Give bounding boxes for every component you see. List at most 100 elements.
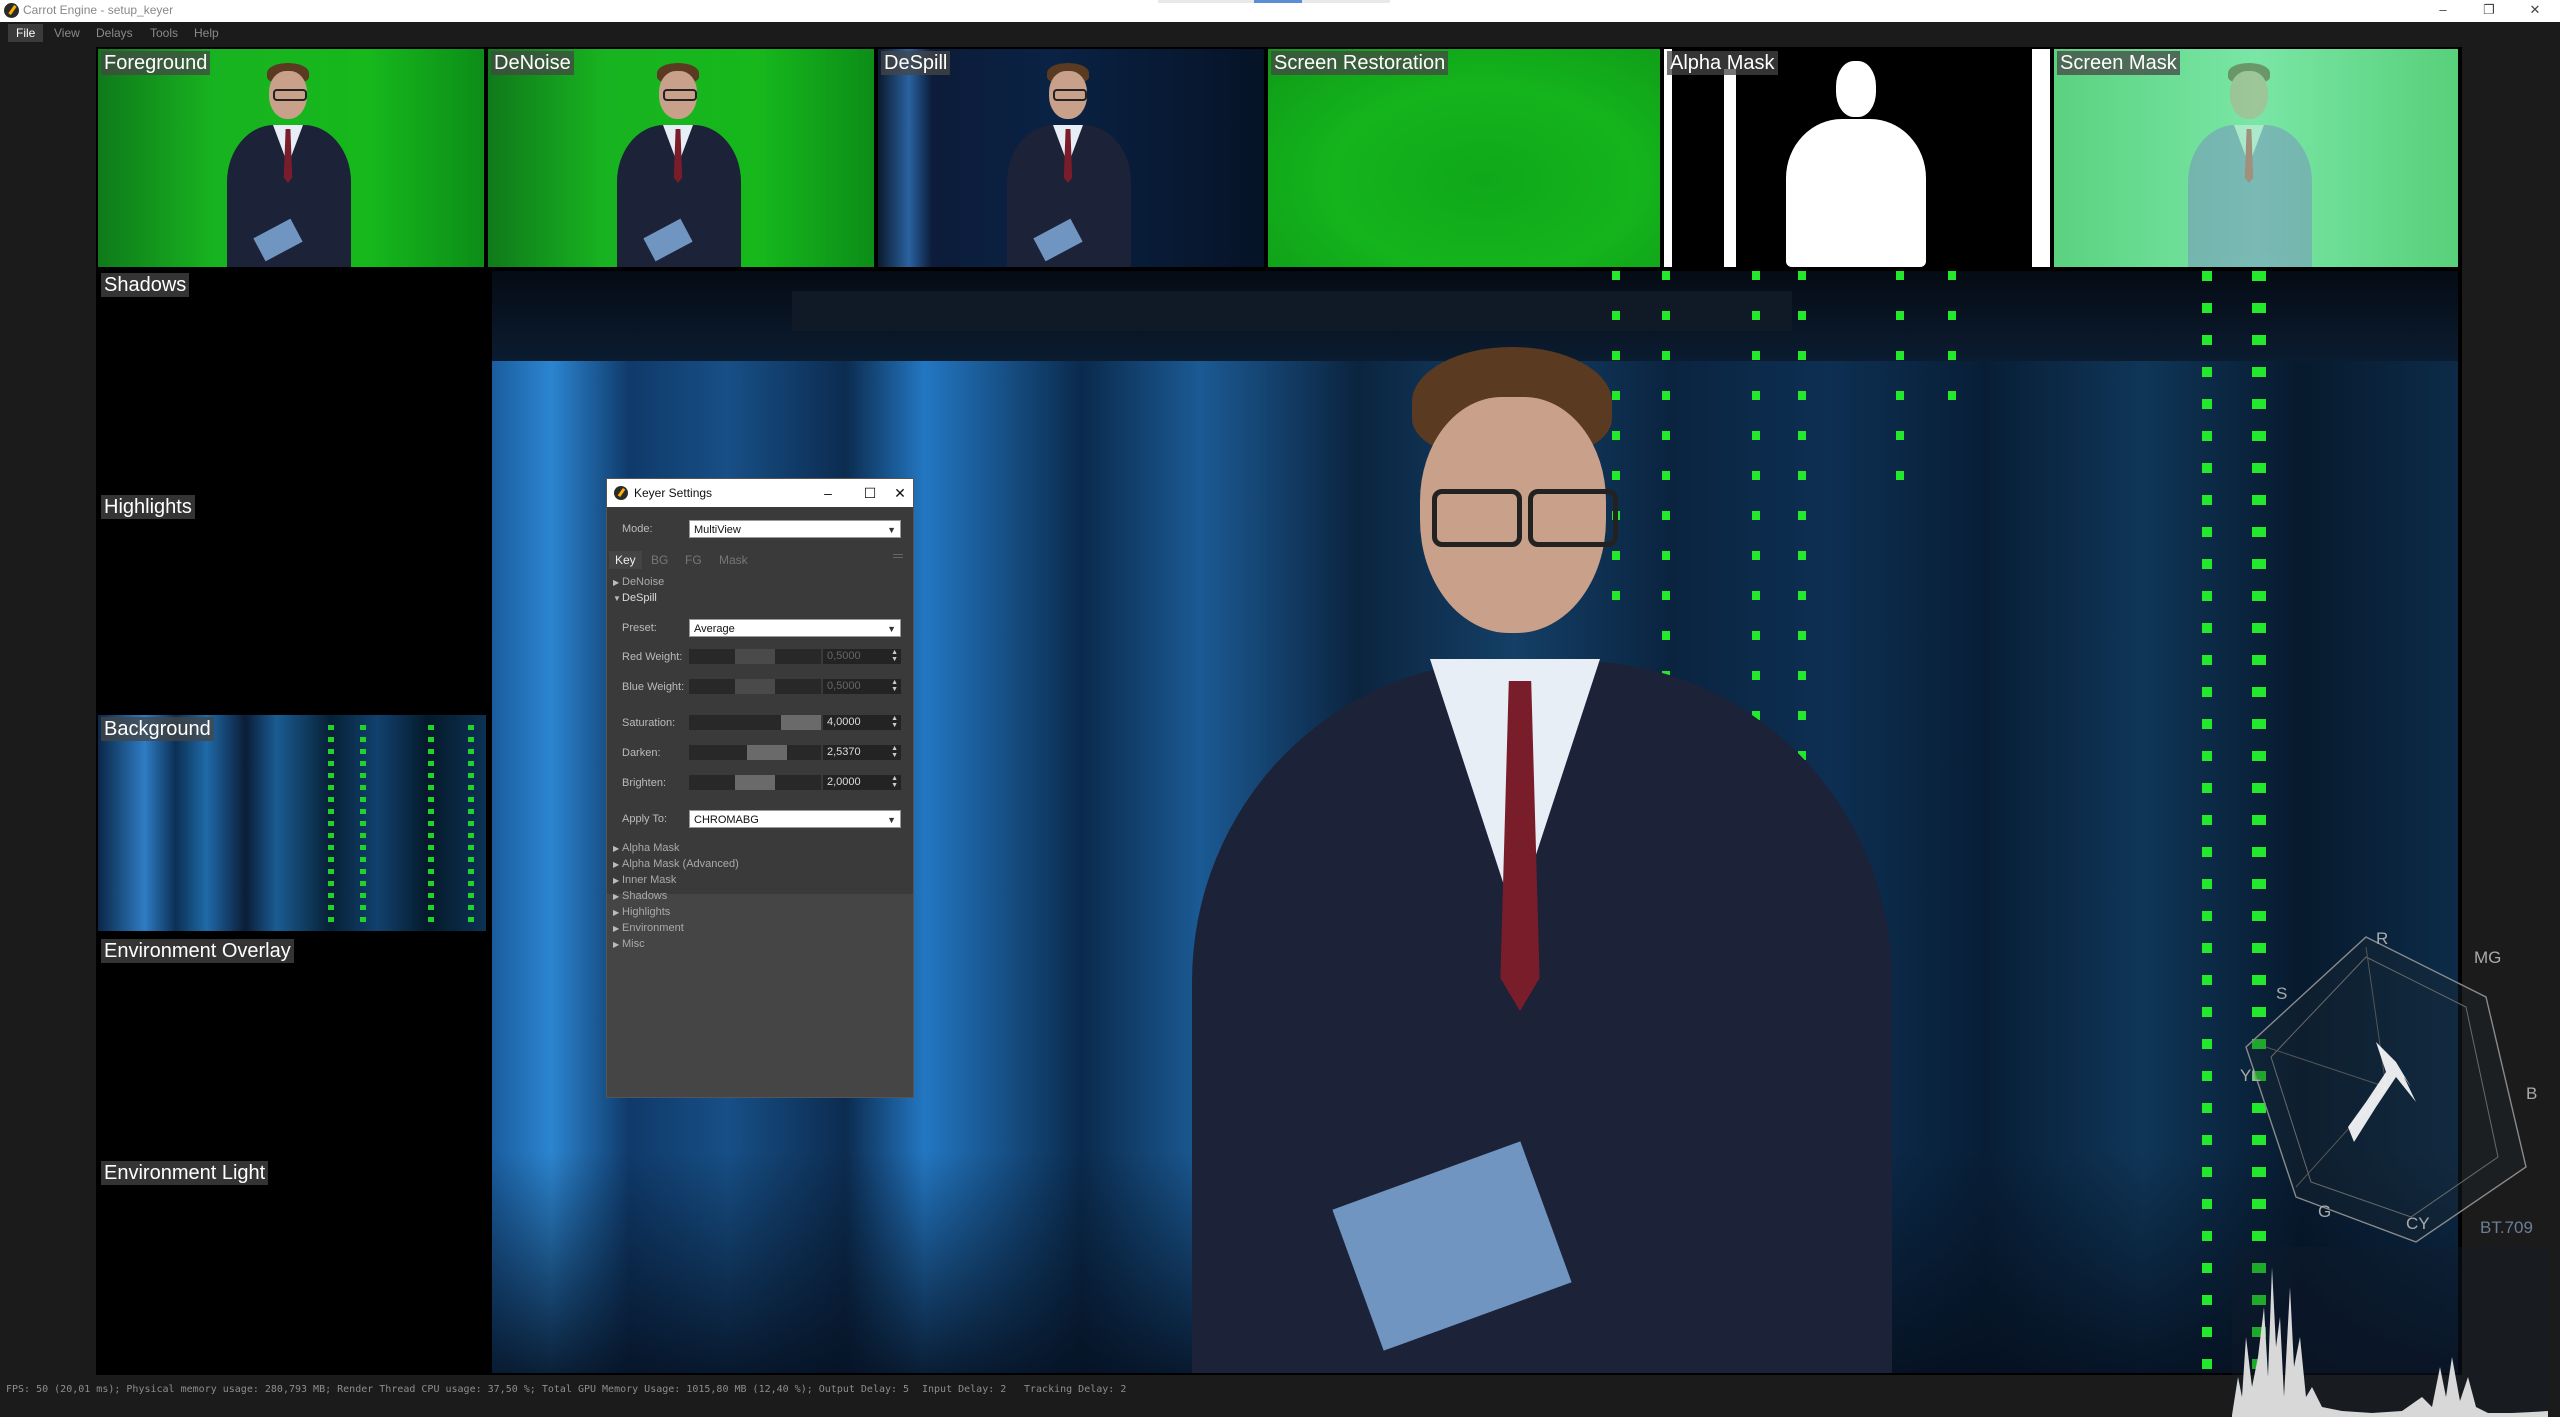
tree-despill[interactable]: ▼DeSpill xyxy=(613,592,657,604)
highlights-panel[interactable]: Highlights xyxy=(98,493,486,709)
menu-tools[interactable]: Tools xyxy=(142,24,186,42)
panel-label: Highlights xyxy=(101,495,195,519)
brighten-slider[interactable] xyxy=(689,775,821,790)
led-strip xyxy=(428,725,434,925)
preset-select[interactable]: Average ▼ xyxy=(689,619,901,637)
scope-label-r: R xyxy=(2376,929,2388,948)
despill-panel[interactable]: DeSpill xyxy=(878,49,1264,267)
panel-label: Screen Restoration xyxy=(1271,51,1449,75)
presenter-composite xyxy=(1192,341,1892,1373)
blue-weight-slider[interactable] xyxy=(689,679,821,694)
menu-bar: File View Delays Tools Help xyxy=(0,22,2560,44)
tree-denoise[interactable]: ▶ DeNoise xyxy=(613,576,664,588)
slider-handle[interactable] xyxy=(735,775,775,790)
environment-light-panel[interactable]: Environment Light xyxy=(98,1159,486,1373)
app-logo-icon xyxy=(614,486,628,500)
scope-label-b: B xyxy=(2526,1084,2537,1103)
tabs-menu-icon[interactable] xyxy=(893,554,903,558)
dialog-title-bar[interactable]: Keyer Settings – ☐ ✕ xyxy=(607,479,913,507)
chevron-down-icon: ▼ xyxy=(887,815,896,825)
slider-handle[interactable] xyxy=(735,649,775,664)
slider-handle[interactable] xyxy=(747,745,787,760)
darken-input[interactable]: 2,5370 ▲ ▼ xyxy=(823,745,901,760)
panel-label: DeNoise xyxy=(491,51,574,75)
status-tracking-delay: Tracking Delay: 2 xyxy=(1024,1384,1127,1395)
menu-file[interactable]: File xyxy=(8,24,44,42)
environment-overlay-panel[interactable]: Environment Overlay xyxy=(98,937,486,1153)
title-bar: Carrot Engine - setup_keyer – ❐ ✕ xyxy=(0,0,2560,22)
red-weight-slider[interactable] xyxy=(689,649,821,664)
brighten-input[interactable]: 2,0000 ▲ ▼ xyxy=(823,775,901,790)
tree-misc[interactable]: ▶ Misc xyxy=(613,938,645,950)
slider-handle[interactable] xyxy=(735,679,775,694)
panel-label: Environment Light xyxy=(101,1161,269,1185)
param-label: Brighten: xyxy=(622,777,667,789)
blue-weight-input[interactable]: 0,5000 ▲ ▼ xyxy=(823,679,901,694)
menu-view[interactable]: View xyxy=(46,24,88,42)
tab-bg[interactable]: BG xyxy=(645,551,674,569)
screen-mask-panel[interactable]: Screen Mask xyxy=(2054,49,2458,267)
apply-to-label: Apply To: xyxy=(622,813,668,825)
led-strip xyxy=(360,725,366,925)
menu-delays[interactable]: Delays xyxy=(88,24,141,42)
param-label: Darken: xyxy=(622,747,661,759)
mask-edge xyxy=(2032,49,2050,267)
tree-alpha-mask[interactable]: ▶ Alpha Mask xyxy=(613,842,679,854)
mask-edge xyxy=(1664,49,1672,267)
alpha-mask-panel[interactable]: Alpha Mask xyxy=(1664,49,2050,267)
foreground-panel[interactable]: Foreground xyxy=(98,49,484,267)
close-button[interactable]: ✕ xyxy=(2512,0,2558,22)
saturation-input[interactable]: 4,0000 ▲ ▼ xyxy=(823,715,901,730)
dialog-close-button[interactable]: ✕ xyxy=(887,483,913,503)
restore-button[interactable]: ❐ xyxy=(2466,0,2512,22)
led-strip xyxy=(2202,271,2212,1371)
tree-alpha-mask-advanced[interactable]: ▶ Alpha Mask (Advanced) xyxy=(613,858,739,870)
panel-label: Alpha Mask xyxy=(1667,51,1778,75)
dialog-minimize-button[interactable]: – xyxy=(815,483,841,503)
apply-to-value: CHROMABG xyxy=(694,814,759,826)
scope-label-s: S xyxy=(2276,984,2287,1003)
scope-label-cy: CY xyxy=(2406,1214,2430,1233)
dialog-tabs: Key BG FG Mask xyxy=(609,551,909,569)
presenter xyxy=(213,59,373,267)
histogram xyxy=(2232,1247,2548,1417)
tree-inner-mask[interactable]: ▶ Inner Mask xyxy=(613,874,676,886)
led-strip xyxy=(1948,271,1956,411)
tree-shadows[interactable]: ▶ Shadows xyxy=(613,890,667,902)
chevron-down-icon: ▼ xyxy=(887,624,896,634)
preset-label: Preset: xyxy=(622,622,657,634)
darken-slider[interactable] xyxy=(689,745,821,760)
screen-restoration-panel[interactable]: Screen Restoration xyxy=(1268,49,1660,267)
panel-label: Foreground xyxy=(101,51,211,75)
scope-standard: BT.709 xyxy=(2480,1218,2533,1237)
scope-label-mg: MG xyxy=(2474,948,2501,967)
keyer-settings-dialog[interactable]: Keyer Settings – ☐ ✕ Mode: MultiView ▼ K… xyxy=(606,478,914,1098)
slider-handle[interactable] xyxy=(781,715,821,730)
apply-to-select[interactable]: CHROMABG ▼ xyxy=(689,810,901,828)
denoise-panel[interactable]: DeNoise xyxy=(488,49,874,267)
dialog-maximize-button[interactable]: ☐ xyxy=(857,483,883,503)
shadows-panel[interactable]: Shadows xyxy=(98,271,486,487)
tree-environment[interactable]: ▶ Environment xyxy=(613,922,684,934)
mode-select[interactable]: MultiView ▼ xyxy=(689,520,901,538)
led-strip xyxy=(1896,271,1904,511)
presenter xyxy=(2174,59,2334,267)
tab-fg[interactable]: FG xyxy=(679,551,708,569)
panel-label: DeSpill xyxy=(881,51,951,75)
tree-highlights[interactable]: ▶ Highlights xyxy=(613,906,670,918)
mask-head xyxy=(1836,61,1876,117)
param-label: Saturation: xyxy=(622,717,676,729)
panel-label: Shadows xyxy=(101,273,190,297)
minimize-button[interactable]: – xyxy=(2420,0,2466,22)
panel-label: Screen Mask xyxy=(2057,51,2180,75)
mode-value: MultiView xyxy=(694,524,741,536)
red-weight-input[interactable]: 0,5000 ▲ ▼ xyxy=(823,649,901,664)
presenter xyxy=(603,59,763,267)
background-panel[interactable]: Background xyxy=(98,715,486,931)
tab-mask[interactable]: Mask xyxy=(713,551,754,569)
title-progress xyxy=(1158,0,1390,3)
multiview-viewport[interactable]: Foreground DeNoise DeSpill Screen Restor… xyxy=(96,47,2548,1417)
saturation-slider[interactable] xyxy=(689,715,821,730)
menu-help[interactable]: Help xyxy=(186,24,227,42)
tab-key[interactable]: Key xyxy=(609,551,642,569)
